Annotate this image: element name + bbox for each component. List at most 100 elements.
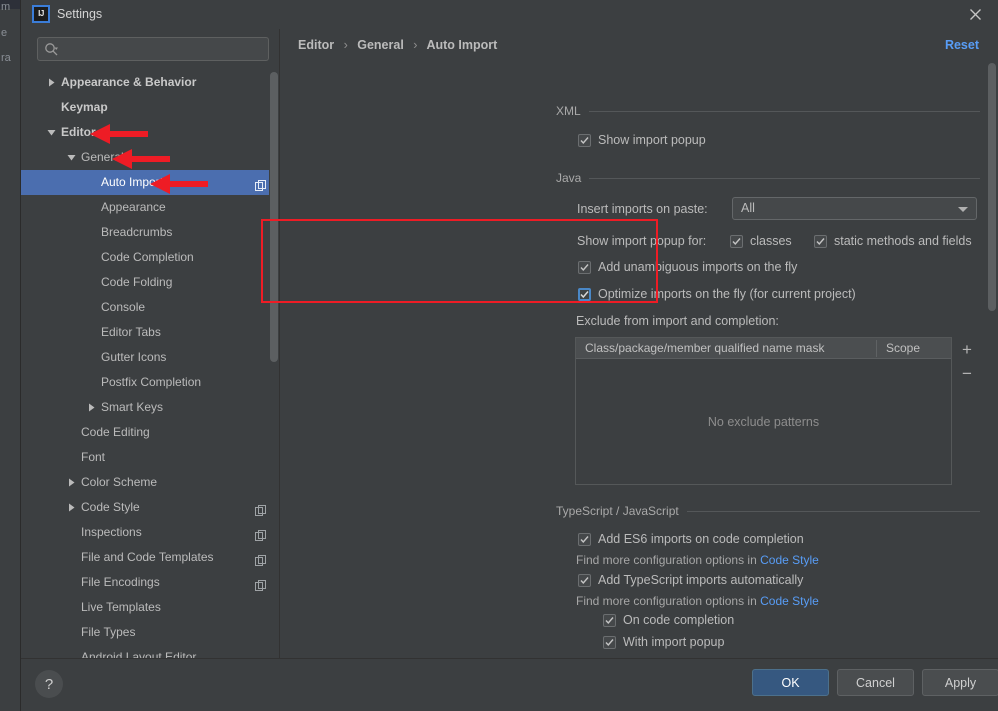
sidebar-item-code-completion[interactable]: Code Completion	[21, 245, 279, 270]
dialog-title: Settings	[57, 7, 102, 21]
sidebar-item-breadcrumbs[interactable]: Breadcrumbs	[21, 220, 279, 245]
section-header-xml: XML	[556, 103, 980, 119]
table-column-divider[interactable]	[876, 340, 877, 357]
sidebar-item-live-templates[interactable]: Live Templates	[21, 595, 279, 620]
sidebar-item-file-types[interactable]: File Types	[21, 620, 279, 645]
close-icon[interactable]	[952, 0, 998, 29]
checkbox-row-add-es6-imports[interactable]: Add ES6 imports on code completion	[578, 532, 804, 546]
remove-pattern-button[interactable]: −	[956, 363, 978, 385]
sidebar-item-label: Appearance & Behavior	[61, 70, 196, 95]
checkbox-row-classes[interactable]: classes	[730, 234, 792, 248]
checkbox-row-with-import-popup[interactable]: With import popup	[603, 635, 724, 649]
checkbox-row-show-import-popup[interactable]: Show import popup	[578, 133, 706, 147]
code-style-link[interactable]: Code Style	[760, 553, 819, 567]
breadcrumb-part-auto-import[interactable]: Auto Import	[426, 38, 497, 52]
cancel-button[interactable]: Cancel	[837, 669, 914, 696]
sidebar-item-font[interactable]: Font	[21, 445, 279, 470]
dialog-button-bar: ? OK Cancel Apply	[21, 658, 998, 711]
exclude-patterns-table[interactable]: Class/package/member qualified name mask…	[575, 337, 952, 485]
checkbox-add-unambiguous-imports[interactable]	[578, 261, 591, 274]
sidebar-item-smart-keys[interactable]: Smart Keys	[21, 395, 279, 420]
sidebar-item-label: Android Layout Editor	[81, 645, 196, 658]
reset-link[interactable]: Reset	[945, 38, 979, 52]
sidebar-item-label: File Types	[81, 620, 135, 645]
sidebar-scrollbar-thumb[interactable]	[270, 72, 278, 362]
search-input[interactable]	[65, 38, 267, 62]
dropdown-selected-value: All	[741, 201, 755, 215]
chevron-down-icon[interactable]	[63, 145, 79, 170]
sidebar-item-file-encodings[interactable]: File Encodings	[21, 570, 279, 595]
insert-imports-on-paste-dropdown[interactable]: All	[732, 197, 977, 220]
code-style-link[interactable]: Code Style	[760, 594, 819, 608]
label-show-import-popup-for: Show import popup for:	[577, 234, 706, 248]
section-title-java: Java	[556, 171, 589, 185]
checkbox-row-add-typescript-imports[interactable]: Add TypeScript imports automatically	[578, 573, 803, 587]
checkbox-add-es6-imports[interactable]	[578, 533, 591, 546]
sidebar-item-gutter-icons[interactable]: Gutter Icons	[21, 345, 279, 370]
sidebar-item-color-scheme[interactable]: Color Scheme	[21, 470, 279, 495]
background-text-fragment: m	[1, 1, 10, 13]
help-button[interactable]: ?	[35, 670, 63, 698]
sidebar-item-label: Smart Keys	[101, 395, 163, 420]
sidebar-item-console[interactable]: Console	[21, 295, 279, 320]
chevron-right-icon[interactable]	[43, 70, 59, 95]
breadcrumb-part-general[interactable]: General	[357, 38, 404, 52]
ok-button[interactable]: OK	[752, 669, 829, 696]
sidebar-item-inspections[interactable]: Inspections	[21, 520, 279, 545]
sidebar-item-label: Editor	[61, 120, 96, 145]
checkbox-label-on-code-completion: On code completion	[623, 613, 734, 627]
settings-tree[interactable]: Appearance & BehaviorKeymapEditorGeneral…	[21, 70, 279, 658]
sidebar-item-label: Code Style	[81, 495, 140, 520]
hint-text: Find more configuration options in	[576, 553, 760, 567]
sidebar-item-appearance-behavior[interactable]: Appearance & Behavior	[21, 70, 279, 95]
checkbox-static-methods-and-fields[interactable]	[814, 235, 827, 248]
sidebar-item-label: Code Completion	[101, 245, 194, 270]
checkbox-row-add-unambiguous-imports[interactable]: Add unambiguous imports on the fly	[578, 260, 797, 274]
checkbox-row-optimize-imports[interactable]: Optimize imports on the fly (for current…	[578, 287, 856, 301]
sidebar-item-appearance[interactable]: Appearance	[21, 195, 279, 220]
sidebar-item-auto-import[interactable]: Auto Import	[21, 170, 279, 195]
sidebar-item-keymap[interactable]: Keymap	[21, 95, 279, 120]
chevron-down-icon[interactable]	[43, 120, 59, 145]
sidebar-item-label: Live Templates	[81, 595, 161, 620]
sidebar-item-editor[interactable]: Editor	[21, 120, 279, 145]
main-scrollbar-thumb[interactable]	[988, 63, 996, 311]
add-pattern-button[interactable]: +	[956, 339, 978, 361]
search-field[interactable]	[37, 37, 269, 61]
sidebar-item-general[interactable]: General	[21, 145, 279, 170]
sidebar-item-code-folding[interactable]: Code Folding	[21, 270, 279, 295]
checkbox-on-code-completion[interactable]	[603, 614, 616, 627]
sidebar-item-file-and-code-templates[interactable]: File and Code Templates	[21, 545, 279, 570]
checkbox-optimize-imports[interactable]	[578, 288, 591, 301]
apply-button[interactable]: Apply	[922, 669, 998, 696]
checkbox-with-import-popup[interactable]	[603, 636, 616, 649]
background-text-fragment: e	[1, 27, 7, 39]
sidebar-item-code-style[interactable]: Code Style	[21, 495, 279, 520]
sidebar-item-label: Appearance	[101, 195, 166, 220]
section-rule	[589, 178, 980, 179]
table-header-row: Class/package/member qualified name mask…	[576, 338, 951, 359]
sidebar-item-label: Font	[81, 445, 105, 470]
checkbox-label-static-methods-and-fields: static methods and fields	[834, 234, 972, 248]
section-title-xml: XML	[556, 104, 589, 118]
sidebar-item-editor-tabs[interactable]: Editor Tabs	[21, 320, 279, 345]
chevron-right-icon[interactable]	[63, 470, 79, 495]
checkbox-show-import-popup[interactable]	[578, 134, 591, 147]
sidebar-item-label: Postfix Completion	[101, 370, 201, 395]
breadcrumb-part-editor[interactable]: Editor	[298, 38, 334, 52]
sidebar-item-code-editing[interactable]: Code Editing	[21, 420, 279, 445]
label-insert-imports-on-paste: Insert imports on paste:	[577, 202, 708, 216]
checkbox-row-static-methods-and-fields[interactable]: static methods and fields	[814, 234, 972, 248]
checkbox-add-typescript-imports[interactable]	[578, 574, 591, 587]
breadcrumb-separator-icon: ›	[413, 38, 417, 52]
settings-sidebar: Appearance & BehaviorKeymapEditorGeneral…	[21, 29, 279, 658]
sidebar-item-postfix-completion[interactable]: Postfix Completion	[21, 370, 279, 395]
checkbox-row-on-code-completion[interactable]: On code completion	[603, 613, 734, 627]
section-header-java: Java	[556, 170, 980, 186]
sidebar-item-android-layout-editor[interactable]: Android Layout Editor	[21, 645, 279, 658]
chevron-right-icon[interactable]	[83, 395, 99, 420]
sidebar-item-label: File Encodings	[81, 570, 160, 595]
chevron-right-icon[interactable]	[63, 495, 79, 520]
section-header-typescript-javascript: TypeScript / JavaScript	[556, 503, 980, 519]
checkbox-classes[interactable]	[730, 235, 743, 248]
